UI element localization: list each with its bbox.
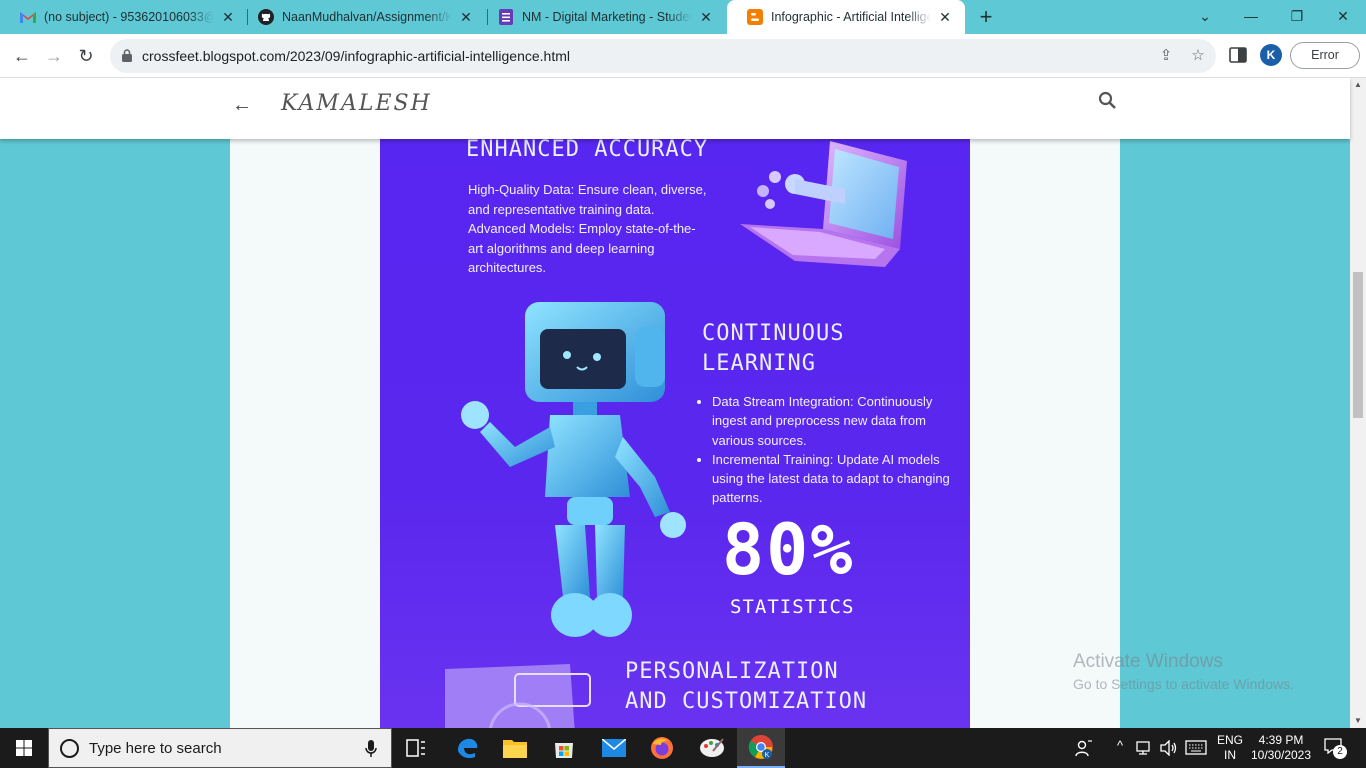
new-tab-button[interactable]: + (975, 6, 997, 28)
close-tab-icon[interactable]: ✕ (698, 9, 714, 25)
heading-line: CONTINUOUS (702, 321, 845, 346)
profile-avatar[interactable]: K (1260, 44, 1282, 66)
heading-enhanced-accuracy: ENHANCED ACCURACY (466, 139, 709, 162)
page-scrollbar[interactable]: ▲ ▼ (1350, 78, 1366, 728)
heading-continuous-learning: CONTINUOUS LEARNING (702, 319, 844, 379)
firefox-icon[interactable] (638, 728, 686, 768)
keyboard-icon[interactable] (1185, 740, 1207, 755)
tab-label: NaanMudhalvan/Assignment/Ka (282, 10, 452, 24)
people-icon[interactable] (1075, 739, 1093, 757)
scroll-up-arrow-icon[interactable]: ▲ (1350, 78, 1366, 92)
clock[interactable]: 4:39 PM 10/30/2023 (1248, 733, 1314, 763)
side-panel-icon[interactable] (1229, 47, 1247, 63)
activate-windows-title: Activate Windows (1073, 651, 1223, 672)
heading-line: AND CUSTOMIZATION (625, 689, 868, 714)
text-line: Advanced Models: Employ state-of-the- (468, 221, 696, 236)
heading-line: PERSONALIZATION (625, 659, 839, 684)
minimize-button[interactable]: — (1228, 0, 1274, 34)
clock-time: 4:39 PM (1258, 733, 1304, 747)
heading-personalization: PERSONALIZATION AND CUSTOMIZATION (625, 657, 867, 717)
search-placeholder: Type here to search (89, 740, 222, 757)
notification-center-icon[interactable]: 2 (1324, 738, 1347, 759)
activate-windows-subtitle: Go to Settings to activate Windows. (1073, 676, 1294, 692)
laptop-illustration (740, 141, 907, 267)
back-button[interactable]: ← (8, 42, 36, 70)
network-icon[interactable] (1136, 740, 1154, 756)
tab-label: NM - Digital Marketing - Studen (522, 10, 692, 24)
close-window-button[interactable]: ✕ (1320, 0, 1366, 34)
tab-github[interactable]: NaanMudhalvan/Assignment/Ka ✕ (238, 0, 486, 34)
url-text: crossfeet.blogspot.com/2023/09/infograph… (142, 48, 570, 64)
language-indicator[interactable]: ENG IN (1214, 733, 1246, 763)
infographic-image: ENHANCED ACCURACY High-Quality Data: Ens… (380, 139, 970, 728)
robot-illustration (461, 302, 686, 637)
text-line: and representative training data. (468, 201, 655, 217)
text-line: art algorithms and deep learning (468, 240, 655, 256)
bookmark-star-icon[interactable]: ☆ (1188, 46, 1208, 66)
region-code: IN (1224, 748, 1236, 762)
taskbar-search-box[interactable]: Type here to search (48, 728, 392, 768)
tab-forms[interactable]: NM - Digital Marketing - Studen ✕ (478, 0, 726, 34)
forward-button[interactable]: → (40, 42, 68, 70)
back-arrow-icon[interactable]: ← (232, 94, 252, 116)
chrome-taskbar-icon[interactable]: K (737, 728, 785, 768)
scroll-down-arrow-icon[interactable]: ▼ (1350, 714, 1366, 728)
tab-label: Infographic - Artificial Intelligenc (771, 10, 931, 24)
microsoft-store-icon[interactable] (540, 728, 588, 768)
list-item: Incremental Training: Update AI models u… (712, 450, 956, 508)
file-explorer-icon[interactable] (491, 728, 539, 768)
volume-icon[interactable] (1160, 740, 1178, 756)
windows-start-icon[interactable] (0, 728, 48, 768)
page-viewport: ← KAMALESH ENHANCED ACCURACY High-Qualit… (0, 78, 1366, 728)
close-tab-icon[interactable]: ✕ (937, 9, 953, 25)
blog-header: ← KAMALESH (0, 78, 1350, 139)
language-code: ENG (1216, 733, 1243, 747)
mail-icon[interactable] (590, 728, 638, 768)
close-tab-icon[interactable]: ✕ (458, 9, 474, 25)
search-icon[interactable] (1097, 90, 1119, 112)
hologram-illustration (445, 664, 591, 728)
task-view-icon[interactable] (392, 728, 440, 768)
tab-strip: (no subject) - 953620106033@ ✕ NaanMudha… (0, 0, 1366, 34)
browser-toolbar: ← → ↻ crossfeet.blogspot.com/2023/09/inf… (0, 34, 1366, 78)
scroll-thumb[interactable] (1353, 272, 1363, 418)
github-icon (258, 9, 274, 25)
statistic-label: STATISTICS (730, 596, 855, 618)
tab-label: (no subject) - 953620106033@ (44, 10, 214, 24)
statistic-value: 80% (722, 509, 855, 591)
microphone-icon[interactable] (365, 740, 377, 758)
tab-search-chevron-icon[interactable]: ⌄ (1182, 0, 1228, 34)
section2-bullet-list: Data Stream Integration: Continuously in… (696, 392, 956, 508)
blog-title[interactable]: KAMALESH (281, 91, 432, 116)
svg-text:K: K (765, 752, 770, 759)
edge-browser-icon[interactable] (443, 728, 491, 768)
error-button[interactable]: Error (1290, 42, 1360, 69)
forms-icon (498, 9, 514, 25)
restore-button[interactable]: ❐ (1274, 0, 1320, 34)
list-item: Data Stream Integration: Continuously in… (712, 392, 956, 450)
section1-body: High-Quality Data: Ensure clean, diverse… (468, 180, 706, 278)
clock-date: 10/30/2023 (1250, 748, 1312, 762)
blogger-icon (747, 9, 763, 25)
share-icon[interactable]: ⇪ (1156, 46, 1176, 66)
gmail-icon (20, 9, 36, 25)
tab-gmail[interactable]: (no subject) - 953620106033@ ✕ (0, 0, 248, 34)
text-line: High-Quality Data: Ensure clean, diverse… (468, 182, 707, 197)
paint-app-icon[interactable] (688, 728, 736, 768)
lock-icon (122, 49, 132, 62)
reload-button[interactable]: ↻ (72, 42, 100, 70)
heading-line: LEARNING (702, 351, 816, 376)
close-tab-icon[interactable]: ✕ (220, 9, 236, 25)
chevron-up-icon[interactable]: ^ (1112, 738, 1128, 753)
notification-badge: 2 (1333, 745, 1347, 759)
windows-taskbar: Type here to search K ^ ENG IN 4:39 PM 1… (0, 728, 1366, 768)
address-bar[interactable]: crossfeet.blogspot.com/2023/09/infograph… (110, 39, 1216, 73)
text-line: architectures. (468, 260, 547, 275)
cortana-circle-icon (60, 739, 79, 758)
tab-infographic-active[interactable]: Infographic - Artificial Intelligenc ✕ (727, 0, 965, 34)
